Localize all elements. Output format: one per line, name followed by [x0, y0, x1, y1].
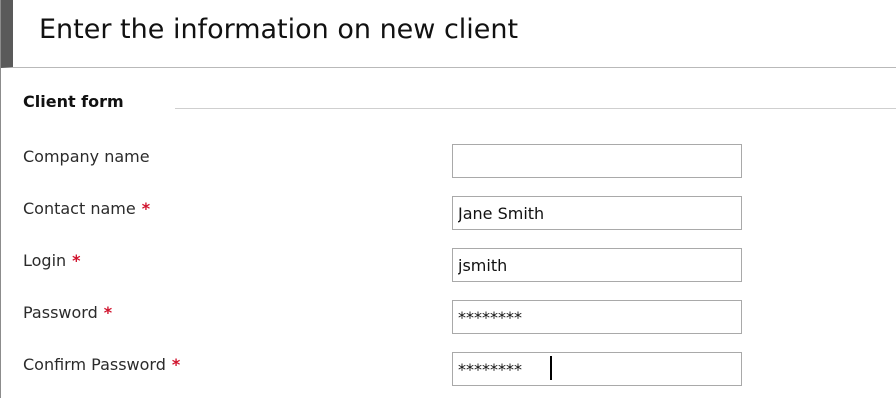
confirm-password-input[interactable] [452, 352, 742, 386]
form-row-password: Password * [1, 298, 896, 334]
contact-name-input[interactable] [452, 196, 742, 230]
password-label-text: Password [23, 303, 98, 322]
form-row-contact-name: Contact name * [1, 194, 896, 230]
required-asterisk: * [141, 199, 151, 218]
form-legend: Client form [23, 92, 896, 114]
password-input[interactable] [452, 300, 742, 334]
contact-name-label-text: Contact name [23, 199, 136, 218]
confirm-password-label: Confirm Password * [23, 355, 180, 374]
form-legend-title: Client form [23, 92, 136, 111]
legend-divider [175, 108, 896, 109]
company-name-input[interactable] [452, 144, 742, 178]
form-row-login: Login * [1, 246, 896, 282]
login-label-text: Login [23, 251, 67, 270]
confirm-password-label-text: Confirm Password [23, 355, 166, 374]
required-asterisk: * [171, 355, 181, 374]
login-label: Login * [23, 251, 81, 270]
app-frame: Enter the information on new client Clie… [0, 0, 896, 398]
header: Enter the information on new client [1, 0, 896, 68]
contact-name-label: Contact name * [23, 199, 150, 218]
login-input[interactable] [452, 248, 742, 282]
company-name-label-text: Company name [23, 147, 150, 166]
required-asterisk: * [72, 251, 81, 270]
required-asterisk: * [103, 303, 113, 322]
company-name-label: Company name [23, 147, 150, 166]
password-label: Password * [23, 303, 112, 322]
text-cursor [550, 356, 552, 380]
form-row-company-name: Company name [1, 142, 896, 178]
page-title: Enter the information on new client [39, 14, 519, 45]
form-row-confirm-password: Confirm Password * [1, 350, 896, 386]
